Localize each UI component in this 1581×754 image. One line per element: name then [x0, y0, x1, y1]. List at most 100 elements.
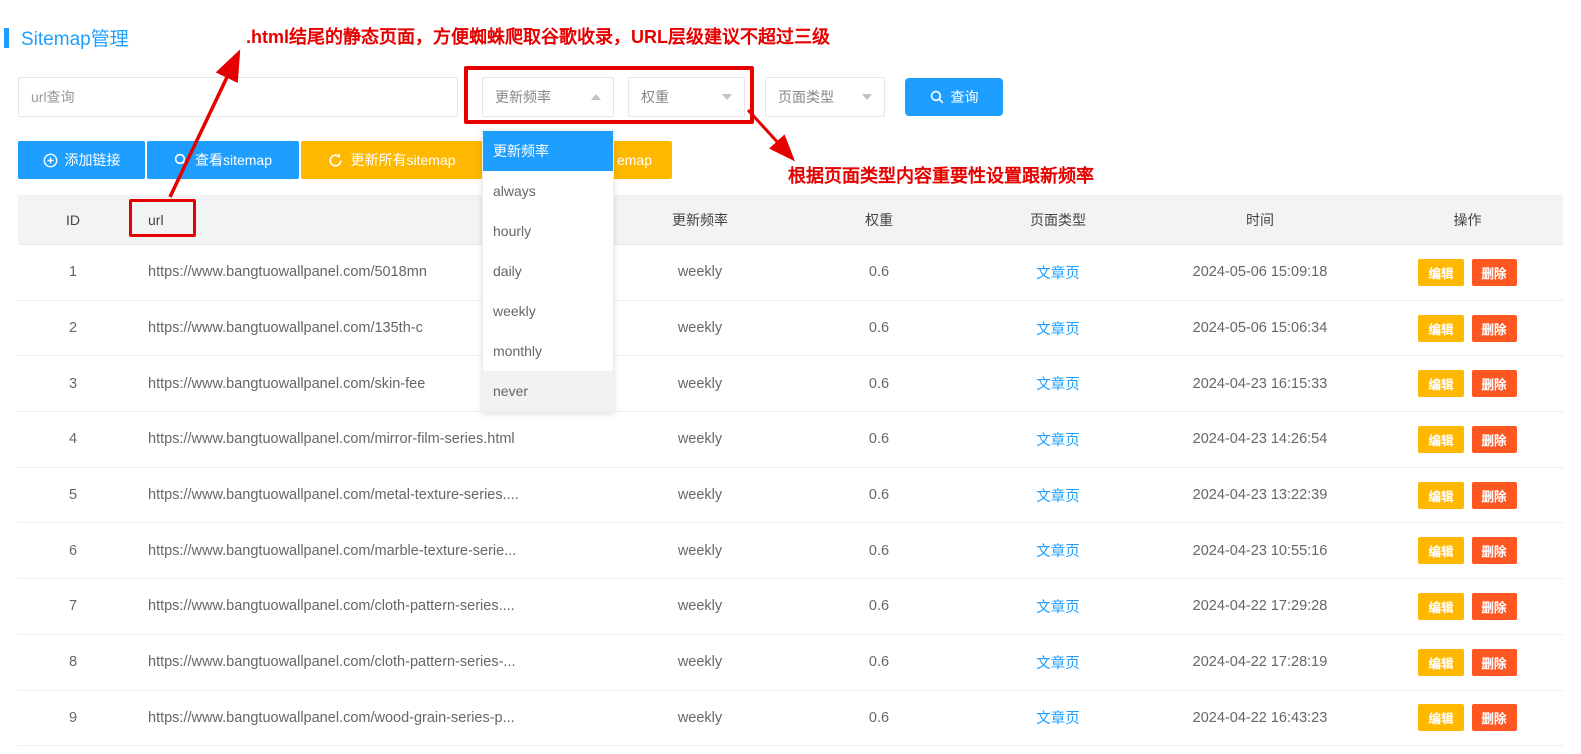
cell-page-type: 文章页: [968, 318, 1148, 339]
delete-button[interactable]: 删除: [1472, 537, 1517, 564]
cell-id: 3: [18, 376, 128, 392]
edit-button[interactable]: 编辑: [1418, 649, 1463, 676]
cell-id: 6: [18, 543, 128, 559]
cell-frequency: weekly: [610, 654, 790, 670]
cell-frequency: weekly: [610, 487, 790, 503]
edit-button[interactable]: 编辑: [1418, 537, 1463, 564]
page-type-link[interactable]: 文章页: [1036, 433, 1080, 449]
cell-time: 2024-04-22 17:29:28: [1148, 598, 1372, 614]
annotation-note-top: .html结尾的静态页面，方便蜘蛛爬取谷歌收录，URL层级建议不超过三级: [246, 23, 830, 49]
dropdown-item-placeholder[interactable]: 更新频率: [483, 131, 613, 171]
dropdown-item-monthly[interactable]: monthly: [483, 331, 613, 371]
search-icon: [174, 153, 188, 167]
add-link-button[interactable]: 添加链接: [18, 141, 145, 179]
table-row: 5 https://www.bangtuowallpanel.com/metal…: [18, 468, 1563, 524]
dropdown-item-always[interactable]: always: [483, 171, 613, 211]
table-row: 8 https://www.bangtuowallpanel.com/cloth…: [18, 635, 1563, 691]
query-button[interactable]: 查询: [905, 78, 1003, 116]
page-type-link[interactable]: 文章页: [1036, 489, 1080, 505]
delete-button[interactable]: 删除: [1472, 649, 1517, 676]
cell-page-type: 文章页: [968, 707, 1148, 728]
page-type-link[interactable]: 文章页: [1036, 377, 1080, 393]
cell-page-type: 文章页: [968, 596, 1148, 617]
cell-page-type: 文章页: [968, 262, 1148, 283]
edit-button[interactable]: 编辑: [1418, 370, 1463, 397]
page-type-link[interactable]: 文章页: [1036, 600, 1080, 616]
page-type-link[interactable]: 文章页: [1036, 544, 1080, 560]
cell-time: 2024-05-06 15:09:18: [1148, 264, 1372, 280]
page-title: Sitemap管理: [21, 24, 129, 51]
dropdown-item-weekly[interactable]: weekly: [483, 291, 613, 331]
edit-button[interactable]: 编辑: [1418, 482, 1463, 509]
edit-button[interactable]: 编辑: [1418, 704, 1463, 731]
edit-button[interactable]: 编辑: [1418, 315, 1463, 342]
view-sitemap-button[interactable]: 查看sitemap: [147, 141, 299, 179]
cell-operations: 编辑 删除: [1372, 704, 1563, 731]
weight-select[interactable]: 权重: [628, 77, 745, 117]
update-sitemap-partial-label: emap: [617, 152, 652, 168]
cell-page-type: 文章页: [968, 540, 1148, 561]
header-id: ID: [18, 212, 128, 228]
query-button-label: 查询: [951, 87, 979, 107]
delete-button[interactable]: 删除: [1472, 370, 1517, 397]
delete-button[interactable]: 删除: [1472, 482, 1517, 509]
delete-button[interactable]: 删除: [1472, 315, 1517, 342]
cell-weight: 0.6: [790, 598, 968, 614]
cell-time: 2024-04-23 14:26:54: [1148, 431, 1372, 447]
table-row: 2 https://www.bangtuowallpanel.com/135th…: [18, 301, 1563, 357]
page-type-select-value: 页面类型: [778, 87, 834, 107]
table-row: 3 https://www.bangtuowallpanel.com/skin-…: [18, 356, 1563, 412]
dropdown-item-daily[interactable]: daily: [483, 251, 613, 291]
page-type-select[interactable]: 页面类型: [765, 77, 885, 117]
cell-operations: 编辑 删除: [1372, 649, 1563, 676]
delete-button[interactable]: 删除: [1472, 593, 1517, 620]
dropdown-item-hourly[interactable]: hourly: [483, 211, 613, 251]
cell-id: 5: [18, 487, 128, 503]
cell-url: https://www.bangtuowallpanel.com/cloth-p…: [128, 654, 610, 670]
table-row: 9 https://www.bangtuowallpanel.com/wood-…: [18, 691, 1563, 747]
header-page-type: 页面类型: [968, 210, 1148, 230]
frequency-select[interactable]: 更新频率: [482, 77, 614, 117]
sitemap-table: ID url 更新频率 权重 页面类型 时间 操作 1 https://www.…: [18, 195, 1563, 746]
cell-url: https://www.bangtuowallpanel.com/cloth-p…: [128, 598, 610, 614]
refresh-icon: [328, 153, 343, 168]
delete-button[interactable]: 删除: [1472, 704, 1517, 731]
search-icon: [930, 90, 944, 104]
cell-id: 8: [18, 654, 128, 670]
dropdown-item-never[interactable]: never: [483, 371, 613, 411]
header-frequency: 更新频率: [610, 210, 790, 230]
cell-operations: 编辑 删除: [1372, 370, 1563, 397]
cell-page-type: 文章页: [968, 485, 1148, 506]
edit-button[interactable]: 编辑: [1418, 593, 1463, 620]
cell-operations: 编辑 删除: [1372, 537, 1563, 564]
cell-weight: 0.6: [790, 487, 968, 503]
page-type-link[interactable]: 文章页: [1036, 656, 1080, 672]
cell-page-type: 文章页: [968, 373, 1148, 394]
cell-weight: 0.6: [790, 654, 968, 670]
page-type-link[interactable]: 文章页: [1036, 711, 1080, 727]
cell-operations: 编辑 删除: [1372, 593, 1563, 620]
chevron-up-icon: [591, 94, 601, 100]
cell-frequency: weekly: [610, 376, 790, 392]
edit-button[interactable]: 编辑: [1418, 259, 1463, 286]
page-type-link[interactable]: 文章页: [1036, 266, 1080, 282]
cell-time: 2024-04-23 13:22:39: [1148, 487, 1372, 503]
cell-url: https://www.bangtuowallpanel.com/metal-t…: [128, 487, 610, 503]
cell-operations: 编辑 删除: [1372, 259, 1563, 286]
update-all-sitemap-button[interactable]: 更新所有sitemap: [301, 141, 483, 179]
delete-button[interactable]: 删除: [1472, 259, 1517, 286]
title-accent-bar: [4, 28, 9, 48]
url-search-input[interactable]: [18, 77, 458, 117]
cell-id: 7: [18, 598, 128, 614]
cell-id: 1: [18, 264, 128, 280]
cell-page-type: 文章页: [968, 429, 1148, 450]
edit-button[interactable]: 编辑: [1418, 426, 1463, 453]
page-type-link[interactable]: 文章页: [1036, 322, 1080, 338]
delete-button[interactable]: 删除: [1472, 426, 1517, 453]
frequency-dropdown: 更新频率 always hourly daily weekly monthly …: [482, 130, 614, 412]
cell-frequency: weekly: [610, 543, 790, 559]
cell-frequency: weekly: [610, 710, 790, 726]
cell-time: 2024-04-23 10:55:16: [1148, 543, 1372, 559]
cell-time: 2024-05-06 15:06:34: [1148, 320, 1372, 336]
cell-weight: 0.6: [790, 431, 968, 447]
